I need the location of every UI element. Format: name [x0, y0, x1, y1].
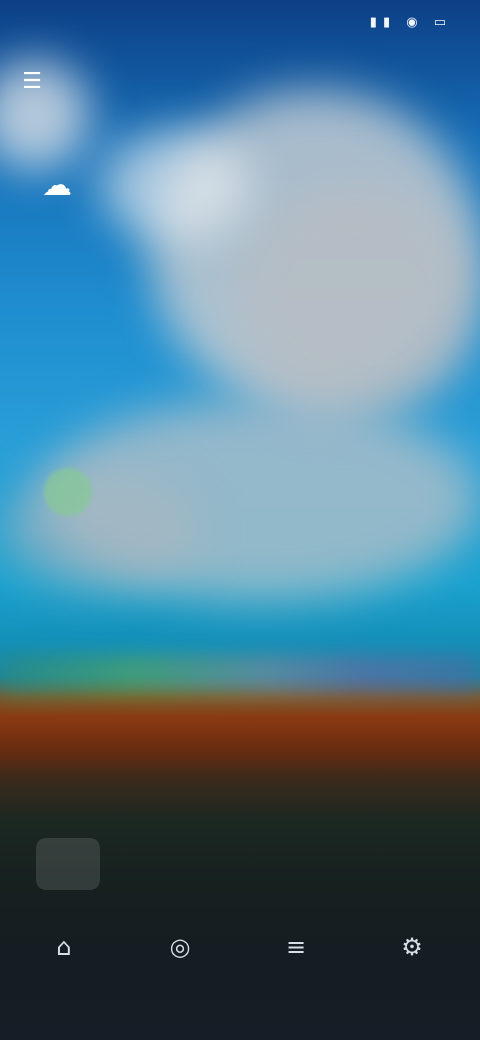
- nav-item-settings[interactable]: ⚙: [364, 908, 460, 998]
- weather-screen: ▮▮ ◉ ▭ ☰ ☁ ⌂ ◎ ≡ ⚙: [0, 0, 480, 1040]
- settings-icon: ⚙: [401, 933, 423, 961]
- status-bar: ▮▮ ◉ ▭: [0, 0, 480, 44]
- radar-icon: ◎: [169, 933, 191, 961]
- nav-item-list[interactable]: ≡: [248, 908, 344, 998]
- menu-icon[interactable]: ☰: [16, 66, 48, 98]
- cloud-layer: [230, 180, 480, 420]
- aqi-badge[interactable]: [36, 838, 100, 890]
- horizon-glow: [0, 655, 480, 695]
- nav-item-radar[interactable]: ◎: [132, 908, 228, 998]
- status-icons: ▮▮ ◉ ▭: [369, 15, 452, 30]
- cloud-icon: ☁: [42, 168, 72, 203]
- nav-item-home[interactable]: ⌂: [16, 908, 112, 998]
- cloud-layer: [100, 130, 250, 240]
- cloud-layer: [0, 470, 200, 590]
- bottom-navigation: ⌂ ◎ ≡ ⚙: [0, 908, 480, 998]
- list-icon: ≡: [285, 933, 307, 961]
- home-icon: ⌂: [56, 933, 72, 961]
- uv-icon: [44, 468, 92, 516]
